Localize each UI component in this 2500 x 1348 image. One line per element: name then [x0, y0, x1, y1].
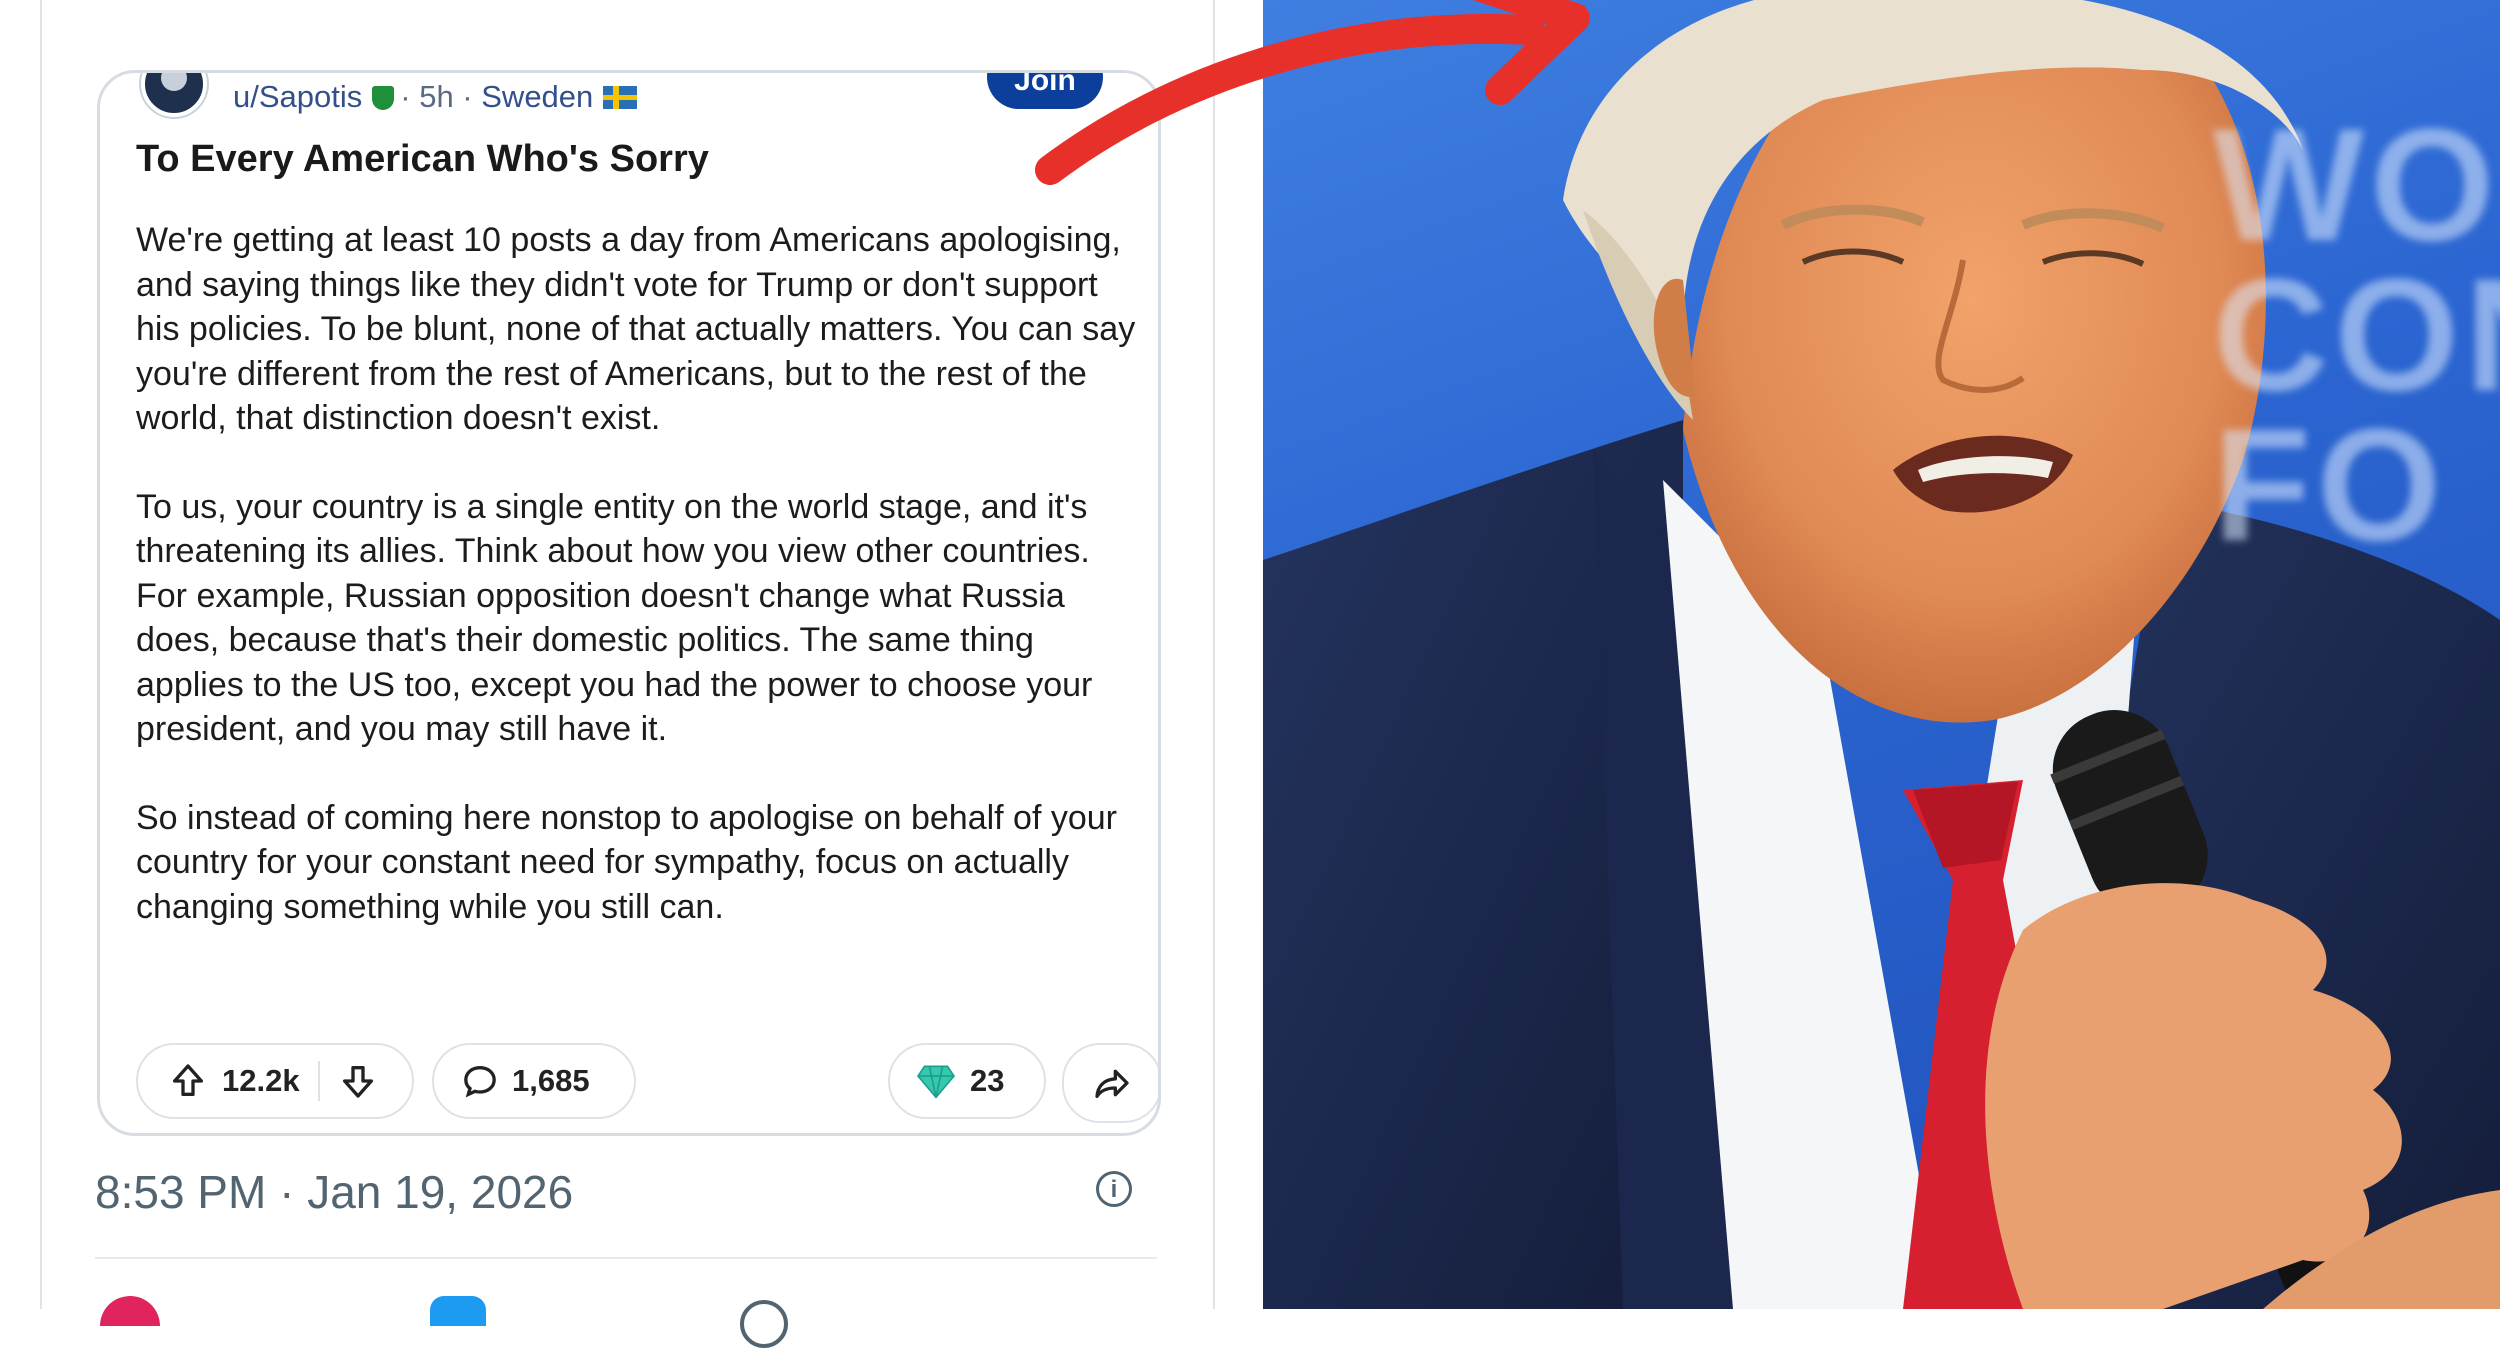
- views-icon[interactable]: [740, 1300, 788, 1348]
- post-body: We're getting at least 10 posts a day fr…: [136, 218, 1136, 973]
- vote-pill: 12.2k: [136, 1043, 414, 1119]
- award-button[interactable]: 23: [888, 1043, 1046, 1119]
- upvote-icon[interactable]: [168, 1061, 208, 1101]
- award-count: 23: [970, 1063, 1005, 1098]
- reddit-post-card[interactable]: u/Sapotis · 5h · Sweden Join To Every Ame…: [97, 70, 1161, 1136]
- comment-button[interactable]: 1,685: [432, 1043, 636, 1119]
- share-icon: [1095, 1069, 1129, 1098]
- avatar[interactable]: [141, 73, 207, 117]
- action-bar: 12.2k 1,685 23: [136, 1043, 1158, 1123]
- background-sign-text: WO CON FO: [2213, 95, 2500, 574]
- post-title[interactable]: To Every American Who's Sorry: [136, 138, 709, 181]
- info-icon[interactable]: i: [1096, 1171, 1132, 1207]
- heart-icon[interactable]: [100, 1296, 160, 1326]
- shield-icon: [372, 86, 395, 110]
- time-ago: 5h: [419, 79, 454, 114]
- paragraph: So instead of coming here nonstop to apo…: [136, 798, 1118, 926]
- location[interactable]: Sweden: [481, 79, 593, 114]
- tweet-timestamp[interactable]: 8:53 PM · Jan 19, 2026: [95, 1165, 573, 1219]
- comment-icon: [464, 1065, 496, 1098]
- separator: [317, 1061, 320, 1101]
- paragraph: To us, your country is a single entity o…: [136, 487, 1093, 749]
- post-meta: u/Sapotis · 5h · Sweden: [233, 79, 638, 115]
- reply-icon[interactable]: [430, 1296, 486, 1326]
- sweden-flag-icon: [603, 86, 638, 109]
- award-icon: [916, 1065, 956, 1099]
- divider: [40, 0, 42, 1309]
- share-button[interactable]: [1062, 1043, 1158, 1123]
- downvote-icon[interactable]: [338, 1061, 378, 1101]
- divider: [95, 1257, 1157, 1259]
- upvote-count: 12.2k: [222, 1063, 300, 1098]
- comment-count: 1,685: [512, 1063, 590, 1098]
- paragraph: We're getting at least 10 posts a day fr…: [136, 221, 1136, 437]
- username[interactable]: u/Sapotis: [233, 79, 362, 114]
- arrow-icon: [1035, 0, 1590, 185]
